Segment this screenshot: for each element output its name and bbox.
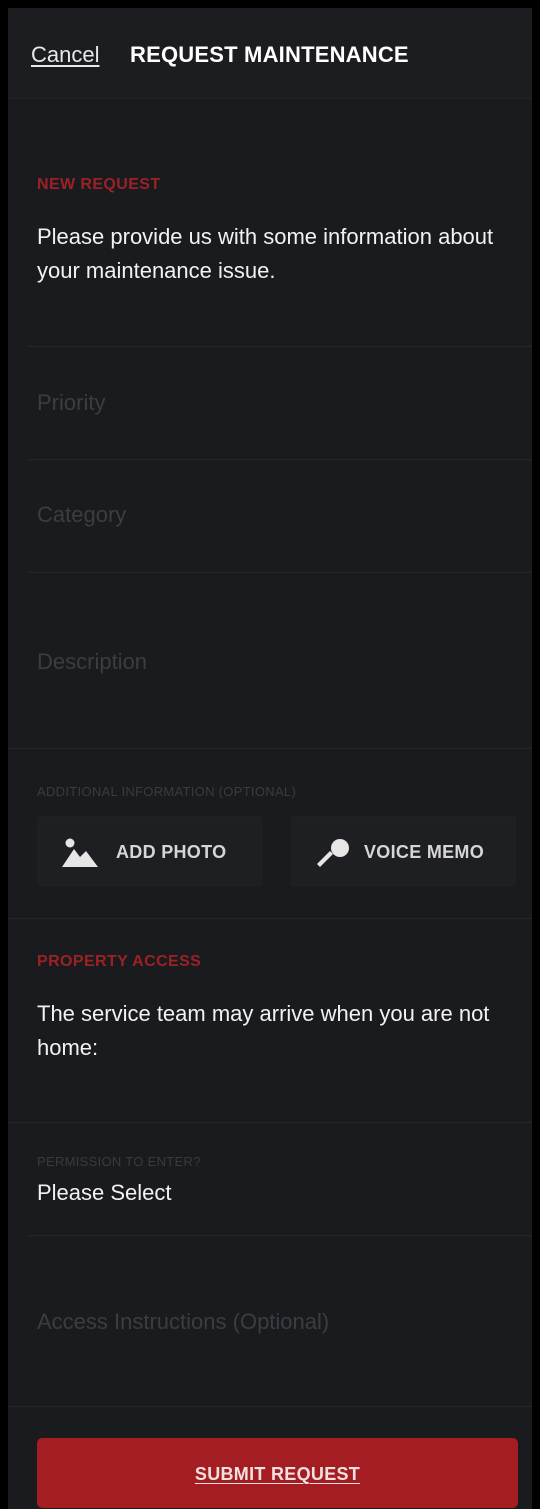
divider: [8, 1406, 532, 1407]
maintenance-request-screen: Cancel REQUEST MAINTENANCE NEW REQUEST P…: [8, 8, 532, 1509]
additional-information-label: ADDITIONAL INFORMATION (OPTIONAL): [37, 784, 297, 799]
property-access-intro-text: The service team may arrive when you are…: [37, 1001, 490, 1060]
submit-request-label: SUBMIT REQUEST: [194, 1464, 361, 1484]
category-field[interactable]: Category: [28, 460, 512, 572]
add-photo-label: ADD PHOTO: [116, 842, 227, 862]
description-field[interactable]: Description: [28, 573, 512, 748]
voice-memo-label: VOICE MEMO: [364, 842, 485, 862]
microphone-icon: [317, 839, 349, 867]
submit-request-button[interactable]: SUBMIT REQUEST: [37, 1438, 518, 1508]
property-access-section-label: PROPERTY ACCESS: [37, 953, 202, 970]
new-request-section-label: NEW REQUEST: [37, 176, 161, 193]
priority-field[interactable]: Priority: [28, 347, 512, 459]
priority-placeholder: Priority: [37, 390, 106, 415]
top-bar: Cancel REQUEST MAINTENANCE: [8, 8, 532, 99]
access-instructions-placeholder: Access Instructions (Optional): [37, 1309, 330, 1334]
permission-to-enter-select[interactable]: [8, 1123, 532, 1235]
new-request-intro-text: Please provide us with some information …: [37, 224, 494, 283]
permission-to-enter-value[interactable]: Please Select: [37, 1180, 172, 1206]
description-placeholder: Description: [37, 649, 148, 674]
image-icon: [62, 838, 98, 867]
divider: [8, 918, 532, 919]
voice-memo-button[interactable]: VOICE MEMO: [291, 816, 516, 886]
divider: [8, 748, 532, 749]
add-photo-button[interactable]: ADD PHOTO: [37, 816, 262, 886]
cancel-button[interactable]: Cancel: [31, 42, 99, 68]
access-instructions-field[interactable]: Access Instructions (Optional): [28, 1236, 512, 1406]
category-placeholder: Category: [37, 502, 127, 527]
permission-to-enter-label: PERMISSION TO ENTER?: [37, 1154, 201, 1169]
page-title: REQUEST MAINTENANCE: [130, 42, 409, 67]
